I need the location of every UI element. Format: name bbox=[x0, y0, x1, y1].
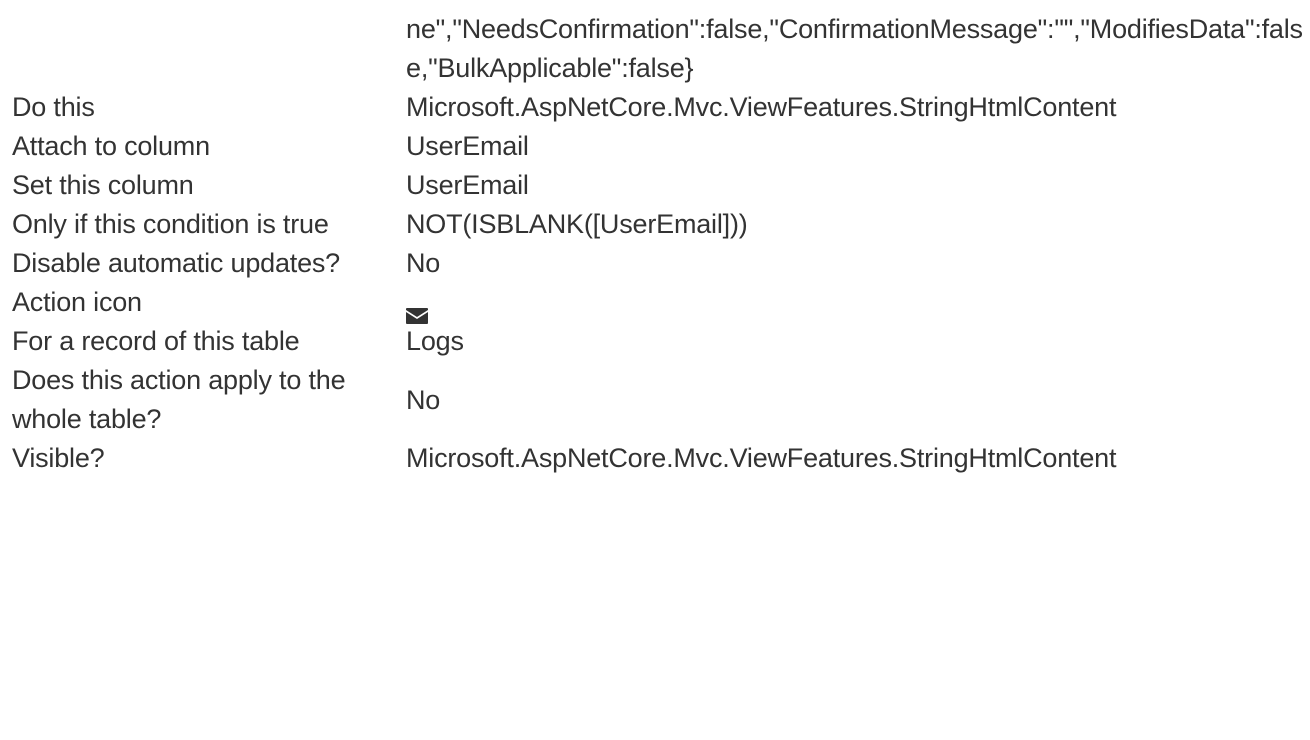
property-value: No bbox=[406, 248, 441, 278]
property-label: Disable automatic updates? bbox=[12, 248, 341, 278]
property-row-bulk: Does this action apply to the whole tabl… bbox=[12, 361, 1310, 439]
property-row-visible: Visible? Microsoft.AspNetCore.Mvc.ViewFe… bbox=[12, 439, 1310, 478]
property-label: Visible? bbox=[12, 443, 105, 473]
property-label: Does this action apply to the whole tabl… bbox=[12, 365, 346, 434]
property-value: Microsoft.AspNetCore.Mvc.ViewFeatures.St… bbox=[406, 92, 1117, 122]
property-label: Attach to column bbox=[12, 131, 210, 161]
property-value: NOT(ISBLANK([UserEmail])) bbox=[406, 209, 748, 239]
property-label: For a record of this table bbox=[12, 326, 300, 356]
property-row-table: For a record of this table Logs bbox=[12, 322, 1310, 361]
envelope-icon bbox=[406, 296, 428, 324]
property-label: Set this column bbox=[12, 170, 194, 200]
property-row-continuation: ne","NeedsConfirmation":false,"Confirmat… bbox=[12, 10, 1310, 88]
property-value: Logs bbox=[406, 326, 464, 356]
property-value: UserEmail bbox=[406, 170, 529, 200]
property-row-disable-updates: Disable automatic updates? No bbox=[12, 244, 1310, 283]
property-value-icon bbox=[406, 283, 1310, 324]
property-value-json: ne","NeedsConfirmation":false,"Confirmat… bbox=[406, 10, 1310, 88]
action-properties-table: ne","NeedsConfirmation":false,"Confirmat… bbox=[12, 10, 1310, 478]
property-label: Do this bbox=[12, 92, 95, 122]
property-row-set-this-column: Set this column UserEmail bbox=[12, 166, 1310, 205]
property-row-attach-to-column: Attach to column UserEmail bbox=[12, 127, 1310, 166]
property-value: No bbox=[406, 384, 441, 415]
property-label: Only if this condition is true bbox=[12, 209, 329, 239]
property-value: UserEmail bbox=[406, 131, 529, 161]
property-label-empty bbox=[12, 10, 406, 88]
property-label: Action icon bbox=[12, 287, 142, 317]
property-row-condition: Only if this condition is true NOT(ISBLA… bbox=[12, 205, 1310, 244]
property-row-do-this: Do this Microsoft.AspNetCore.Mvc.ViewFea… bbox=[12, 88, 1310, 127]
property-value: Microsoft.AspNetCore.Mvc.ViewFeatures.St… bbox=[406, 443, 1117, 473]
json-continuation-text: ne","NeedsConfirmation":false,"Confirmat… bbox=[406, 14, 1303, 83]
property-row-action-icon: Action icon bbox=[12, 283, 1310, 324]
